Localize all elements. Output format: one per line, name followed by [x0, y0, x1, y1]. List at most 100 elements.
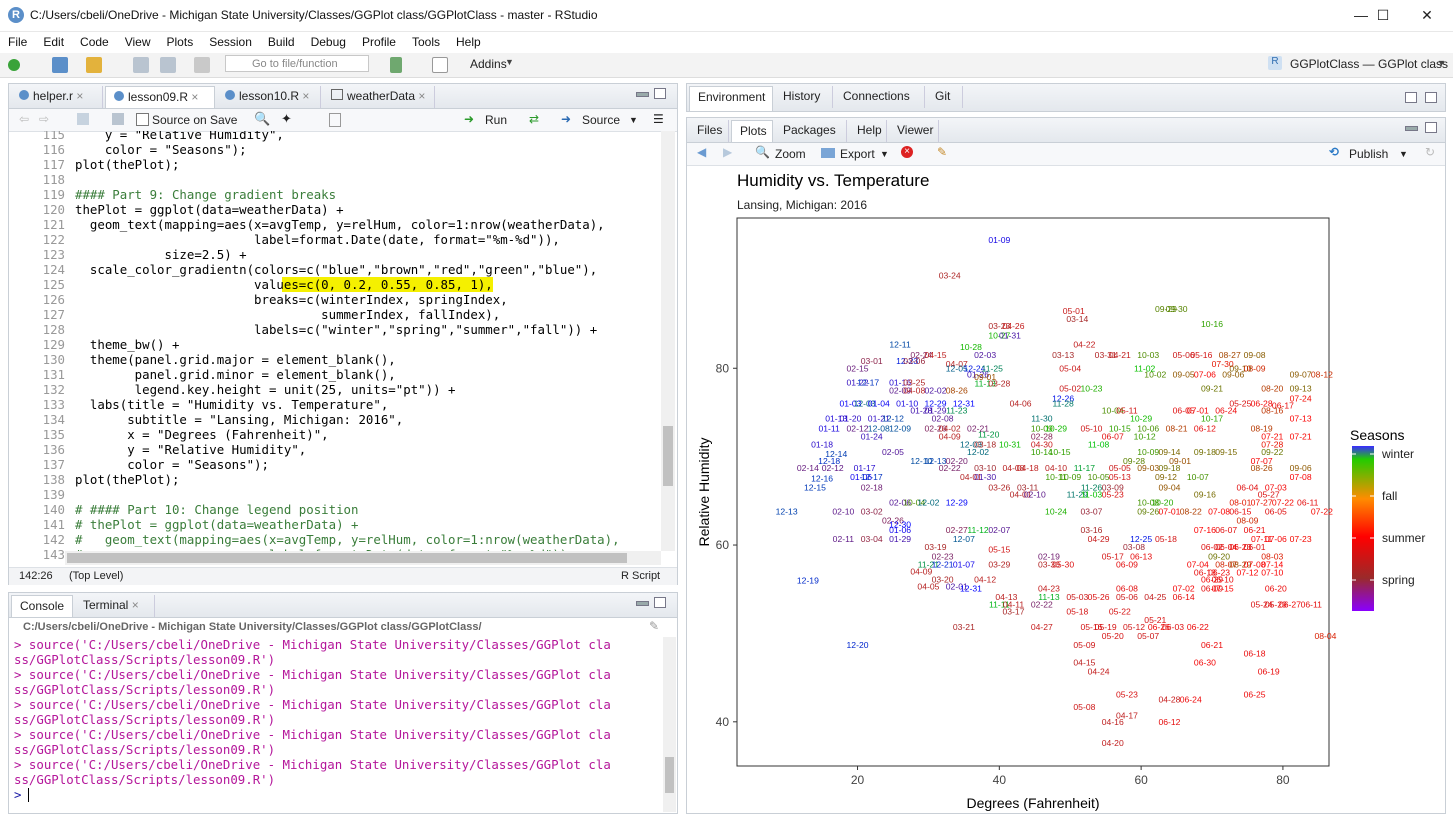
- console-scrollbar-thumb[interactable]: [665, 757, 674, 793]
- tab-help[interactable]: Help: [849, 120, 887, 142]
- code-line[interactable]: y = "Relative Humidity",: [75, 131, 284, 142]
- restore-pane-icon[interactable]: [1405, 92, 1417, 103]
- rerun-icon[interactable]: ⇄: [529, 112, 539, 126]
- tab-viewer[interactable]: Viewer: [889, 120, 939, 142]
- console-scrollbar[interactable]: [663, 637, 676, 812]
- code-line[interactable]: labs(title = "Humidity vs. Temperature",: [75, 397, 388, 412]
- maximize-button[interactable]: ☐: [1363, 4, 1403, 26]
- menu-tools[interactable]: Tools: [404, 32, 448, 52]
- code-line[interactable]: geom_text(mapping=aes(x=avgTemp, y=relHu…: [75, 217, 605, 232]
- tab-lesson09-r[interactable]: lesson09.R ×: [105, 86, 215, 108]
- maximize-pane-icon[interactable]: [1425, 122, 1437, 133]
- editor-scrollbar-thumb[interactable]: [663, 426, 673, 486]
- code-line[interactable]: label=format.Date(date, format="%m-%d"))…: [75, 232, 560, 247]
- menu-plots[interactable]: Plots: [159, 32, 202, 52]
- tab-helper-r[interactable]: helper.r ×: [11, 86, 103, 108]
- code-line[interactable]: summerIndex, fallIndex),: [75, 307, 500, 322]
- code-line[interactable]: breaks=c(winterIndex, springIndex,: [75, 292, 508, 307]
- save-icon[interactable]: [112, 113, 124, 125]
- new-file-icon[interactable]: [8, 59, 20, 71]
- code-area[interactable]: 115 y = "Relative Humidity", 116 color = …: [9, 131, 661, 561]
- close-button[interactable]: ✕: [1407, 4, 1447, 26]
- next-plot-icon[interactable]: ▶: [723, 145, 732, 159]
- minimize-pane-icon[interactable]: [636, 92, 649, 97]
- open-file-icon[interactable]: [86, 57, 102, 73]
- export-button[interactable]: Export: [840, 147, 875, 161]
- clear-plots-broom-icon[interactable]: ✎: [937, 145, 947, 159]
- publish-chevron-down-icon[interactable]: ▼: [1399, 149, 1408, 159]
- code-line[interactable]: thePlot = ggplot(data=weatherData) +: [75, 202, 344, 217]
- minimize-pane-icon[interactable]: [1405, 126, 1418, 131]
- tab-packages[interactable]: Packages: [775, 120, 847, 142]
- menu-profile[interactable]: Profile: [354, 32, 404, 52]
- source-on-save-checkbox[interactable]: [136, 113, 149, 126]
- export-chevron-down-icon[interactable]: ▼: [880, 149, 889, 159]
- menu-help[interactable]: Help: [448, 32, 489, 52]
- menu-view[interactable]: View: [117, 32, 159, 52]
- compile-report-icon[interactable]: [329, 113, 341, 127]
- code-line[interactable]: # thePlot = ggplot(data=weatherData) +: [75, 517, 358, 532]
- code-line[interactable]: # geom_text(mapping=aes(x=avgTemp, y=rel…: [75, 532, 620, 547]
- tab-lesson10-r[interactable]: lesson10.R ×: [217, 86, 321, 108]
- tab-git[interactable]: Git: [927, 86, 963, 108]
- refresh-plot-icon[interactable]: ↻: [1425, 145, 1435, 159]
- tab-console[interactable]: Console: [11, 595, 73, 617]
- console-output[interactable]: > source('C:/Users/cbeli/OneDrive - Mich…: [9, 637, 661, 812]
- print-icon[interactable]: [194, 57, 210, 73]
- publish-button[interactable]: Publish: [1349, 147, 1388, 161]
- new-project-icon[interactable]: [52, 57, 68, 73]
- outline-icon[interactable]: ☰: [653, 112, 664, 126]
- code-line[interactable]: #### Part 9: Change gradient breaks: [75, 187, 336, 202]
- menu-build[interactable]: Build: [260, 32, 303, 52]
- search-icon[interactable]: 🔍: [254, 111, 270, 127]
- close-tab-icon[interactable]: ×: [132, 598, 139, 612]
- source-chevron-down-icon[interactable]: ▼: [629, 115, 638, 125]
- forward-arrow-icon[interactable]: ⇨: [39, 112, 49, 126]
- console-prompt[interactable]: >: [14, 787, 21, 802]
- close-tab-icon[interactable]: ×: [418, 89, 425, 103]
- code-line[interactable]: color = "Seasons");: [75, 457, 269, 472]
- tab-plots[interactable]: Plots: [731, 120, 773, 142]
- version-control-icon[interactable]: [390, 57, 402, 73]
- tab-terminal[interactable]: Terminal ×: [75, 595, 155, 617]
- code-line[interactable]: theme_bw() +: [75, 337, 180, 352]
- close-tab-icon[interactable]: ×: [76, 89, 83, 103]
- project-menu[interactable]: GGPlotClass — GGPlot class: [1290, 57, 1448, 71]
- code-line[interactable]: values=c(0, 0.2, 0.55, 0.85, 1),: [75, 277, 493, 292]
- tab-files[interactable]: Files: [689, 120, 729, 142]
- code-line[interactable]: color = "Seasons");: [75, 142, 247, 157]
- maximize-pane-icon[interactable]: [654, 597, 666, 608]
- code-line[interactable]: size=2.5) +: [75, 247, 247, 262]
- show-in-window-icon[interactable]: [77, 113, 89, 125]
- code-line[interactable]: legend.key.height = unit(25, units="pt")…: [75, 382, 456, 397]
- run-button[interactable]: Run: [485, 113, 507, 127]
- file-type-selector[interactable]: R Script: [621, 570, 660, 582]
- menu-file[interactable]: File: [0, 32, 35, 52]
- code-line[interactable]: theme(panel.grid.major = element_blank()…: [75, 352, 396, 367]
- clear-console-broom-icon[interactable]: ✎: [649, 619, 659, 633]
- code-line[interactable]: x = "Degrees (Fahrenheit)",: [75, 427, 328, 442]
- tab-environment[interactable]: Environment: [689, 86, 773, 111]
- maximize-pane-icon[interactable]: [654, 88, 666, 99]
- tab-weatherdata[interactable]: weatherData ×: [323, 86, 435, 108]
- menu-debug[interactable]: Debug: [303, 32, 354, 52]
- menu-session[interactable]: Session: [201, 32, 260, 52]
- source-button[interactable]: Source: [582, 113, 620, 127]
- maximize-pane-icon[interactable]: [1425, 92, 1437, 103]
- addins-menu[interactable]: Addins: [470, 57, 507, 71]
- close-tab-icon[interactable]: ×: [302, 89, 309, 103]
- menu-edit[interactable]: Edit: [35, 32, 72, 52]
- code-line[interactable]: subtitle = "Lansing, Michigan: 2016",: [75, 412, 403, 427]
- code-line[interactable]: scale_color_gradientn(colors=c("blue","b…: [75, 262, 597, 277]
- tab-connections[interactable]: Connections: [835, 86, 925, 108]
- code-tools-wand-icon[interactable]: ✦: [281, 111, 292, 127]
- editor-horizontal-scrollbar[interactable]: [65, 551, 661, 565]
- minimize-pane-icon[interactable]: [636, 601, 649, 606]
- previous-plot-icon[interactable]: ◀: [697, 145, 706, 159]
- scope-selector[interactable]: (Top Level): [69, 570, 123, 582]
- editor-vertical-scrollbar[interactable]: [661, 131, 675, 551]
- code-line[interactable]: plot(thePlot);: [75, 472, 179, 487]
- tab-history[interactable]: History: [775, 86, 833, 108]
- code-line[interactable]: y = "Relative Humidity",: [75, 442, 306, 457]
- code-line[interactable]: labels=c("winter","spring","summer","fal…: [75, 322, 597, 337]
